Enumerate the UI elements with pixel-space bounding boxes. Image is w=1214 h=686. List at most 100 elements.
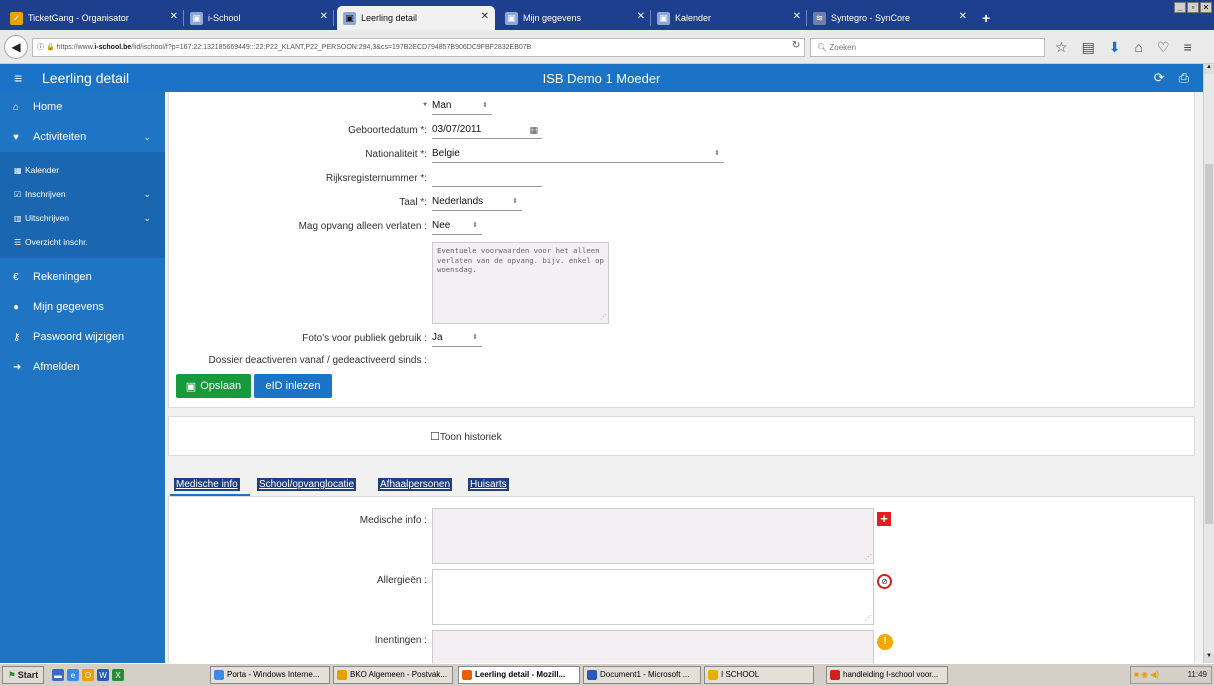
- tab-label: TicketGang - Organisator: [28, 13, 129, 23]
- outlook-icon[interactable]: O: [82, 669, 94, 681]
- quick-launch: ▬ e O W X: [52, 669, 124, 681]
- nationality-select[interactable]: Belgie ⬍: [432, 146, 724, 163]
- save-button[interactable]: ▣ Opslaan: [176, 374, 251, 398]
- photo-select[interactable]: Ja ⬍: [432, 330, 482, 347]
- sidebar-item-afmelden[interactable]: ➜ Afmelden: [0, 352, 165, 382]
- new-tab-button[interactable]: +: [976, 6, 996, 30]
- select-arrow-icon: ⬍: [482, 102, 488, 109]
- pocket-icon[interactable]: ♡: [1157, 39, 1170, 56]
- close-window-icon[interactable]: ✕: [1200, 2, 1212, 13]
- close-icon[interactable]: ✕: [170, 11, 178, 22]
- calendar-icon[interactable]: ▦: [529, 122, 538, 138]
- browser-tab[interactable]: ≋ Syntegro - SynCore ✕: [807, 6, 973, 30]
- resize-grip-icon[interactable]: ⋰: [600, 313, 607, 323]
- download-icon[interactable]: ⬇: [1109, 39, 1121, 56]
- sidebar-subitem-kalender[interactable]: ▦ Kalender: [0, 159, 165, 181]
- close-icon[interactable]: ✕: [959, 11, 967, 22]
- search-input[interactable]: 🔍︎ Zoeken: [810, 38, 1045, 57]
- ischool-icon: ▣: [190, 11, 203, 25]
- tab-label: Leerling detail: [361, 13, 418, 23]
- sidebar-subitem-uitschrijven[interactable]: ▥ Uitschrijven ⌄: [0, 207, 165, 229]
- reading-list-icon[interactable]: ▤: [1082, 39, 1095, 56]
- select-arrow-icon: ⬍: [472, 222, 478, 229]
- checkbox-icon[interactable]: ☐: [430, 431, 440, 443]
- sidebar-item-home[interactable]: ⌂ Home: [0, 92, 165, 122]
- sidebar-subitem-inschrijven[interactable]: ☑ Inschrijven ⌄: [0, 183, 165, 205]
- select-arrow-icon: ⬍: [512, 198, 518, 205]
- leave-conditions-textarea[interactable]: Eventuele voorwaarden voor het alleen ve…: [432, 242, 609, 324]
- scrollbar-thumb[interactable]: [1205, 164, 1213, 524]
- print-icon[interactable]: ⎙: [1179, 70, 1189, 86]
- excel-icon[interactable]: X: [112, 669, 124, 681]
- info-icon[interactable]: ⓘ 🔒: [37, 44, 57, 51]
- back-icon[interactable]: ◀: [4, 35, 28, 59]
- browser-tab-bar: ✓ TicketGang - Organisator ✕ ▣ i-School …: [0, 0, 1214, 30]
- browser-tab-active[interactable]: ▣ Leerling detail ✕: [337, 6, 495, 30]
- taskbar-button-active[interactable]: Leerling detail - Mozill...: [458, 666, 580, 684]
- close-icon[interactable]: ✕: [637, 11, 645, 22]
- user-name: ISB Demo 1 Moeder: [542, 71, 661, 86]
- bookmark-star-icon[interactable]: ☆: [1055, 39, 1068, 56]
- scroll-down-icon[interactable]: ▼: [1204, 653, 1214, 663]
- desktop-icon[interactable]: ▬: [52, 669, 64, 681]
- tab-afhaalpersonen[interactable]: Afhaalpersonen: [378, 478, 453, 491]
- home-icon[interactable]: ⌂: [1135, 39, 1143, 56]
- browser-tab[interactable]: ▣ Mijn gegevens ✕: [499, 6, 651, 30]
- taskbar-button[interactable]: handleiding I-school voor...: [826, 666, 948, 684]
- ie-icon[interactable]: e: [67, 669, 79, 681]
- chevron-down-icon: ⌄: [143, 131, 151, 142]
- history-checkbox[interactable]: ☐Toon historiek: [430, 430, 502, 443]
- eid-button[interactable]: eID inlezen: [254, 374, 332, 398]
- resize-grip-icon[interactable]: ⋰: [865, 553, 872, 563]
- tray-icons: ■ ◉ ◀): [1134, 670, 1160, 679]
- tab-medische-info[interactable]: Medische info: [174, 478, 240, 491]
- start-button[interactable]: ⚑ Start: [2, 666, 44, 684]
- select-arrow-icon: ⬍: [472, 334, 478, 341]
- gender-label: *: [423, 101, 427, 112]
- heartbeat-icon: ♥: [13, 131, 19, 143]
- tab-school[interactable]: School/opvanglocatie: [257, 478, 357, 491]
- calendar-icon: ▦: [14, 165, 22, 175]
- medical-info-textarea[interactable]: ⋰: [432, 508, 874, 564]
- close-icon[interactable]: ✕: [320, 11, 328, 22]
- taskbar-button[interactable]: I SCHOOL: [704, 666, 814, 684]
- app-header: ≡ Leerling detail ISB Demo 1 Moeder ⟳ ⎙: [0, 64, 1203, 92]
- rrn-input[interactable]: [432, 170, 542, 187]
- sidebar-item-rekeningen[interactable]: € Rekeningen: [0, 262, 165, 292]
- sidebar-item-paswoord[interactable]: ⚷ Paswoord wijzigen: [0, 322, 165, 352]
- restore-icon[interactable]: ▫: [1187, 2, 1199, 13]
- taskbar-button[interactable]: Document1 - Microsoft ...: [583, 666, 701, 684]
- leave-alone-select[interactable]: Nee ⬍: [432, 218, 482, 235]
- vaccination-textarea[interactable]: [432, 630, 874, 663]
- browser-tab[interactable]: ✓ TicketGang - Organisator ✕: [4, 6, 184, 30]
- browser-tab[interactable]: ▣ Kalender ✕: [651, 6, 807, 30]
- sidebar-subitem-overzicht[interactable]: ☰ Overzicht inschr.: [0, 231, 165, 253]
- home-icon: ⌂: [13, 101, 20, 113]
- chevron-down-icon: ⌄: [143, 212, 151, 223]
- medical-cross-icon: +: [877, 512, 891, 526]
- scroll-up-icon[interactable]: ▲: [1204, 64, 1214, 74]
- toolbar-icons: ☆ ▤ ⬇ ⌂ ♡ ≡: [1055, 39, 1192, 56]
- address-bar[interactable]: ⓘ 🔒 https://www.i-school.be/lid/ischool/…: [32, 38, 805, 57]
- sidebar-item-activiteiten[interactable]: ♥ Activiteiten ⌄: [0, 122, 165, 152]
- page-scrollbar[interactable]: ▲ ▼: [1203, 64, 1214, 663]
- allergy-textarea[interactable]: ⋰: [432, 569, 874, 625]
- menu-icon[interactable]: ≡: [1184, 39, 1192, 56]
- tab-huisarts[interactable]: Huisarts: [468, 478, 509, 491]
- select-arrow-icon: ⬍: [714, 150, 720, 157]
- close-icon[interactable]: ✕: [793, 11, 801, 22]
- word-icon[interactable]: W: [97, 669, 109, 681]
- resize-grip-icon[interactable]: ⋰: [865, 614, 872, 624]
- taskbar-button[interactable]: Porta - Windows Interne...: [210, 666, 330, 684]
- minimize-icon[interactable]: _: [1174, 2, 1186, 13]
- refresh-icon[interactable]: ⟳: [1154, 70, 1165, 86]
- reload-icon[interactable]: ↻: [792, 40, 800, 51]
- sidebar-item-mijn-gegevens[interactable]: ● Mijn gegevens: [0, 292, 165, 322]
- gender-select[interactable]: Man ⬍: [432, 98, 492, 115]
- language-select[interactable]: Nederlands ⬍: [432, 194, 522, 211]
- close-icon[interactable]: ✕: [481, 11, 489, 22]
- checkbox-icon: ☑: [14, 189, 22, 199]
- browser-tab[interactable]: ▣ i-School ✕: [184, 6, 334, 30]
- taskbar-button[interactable]: BKO Algemeen - Postvak...: [333, 666, 453, 684]
- birthdate-input[interactable]: 03/07/2011 ▦: [432, 122, 542, 139]
